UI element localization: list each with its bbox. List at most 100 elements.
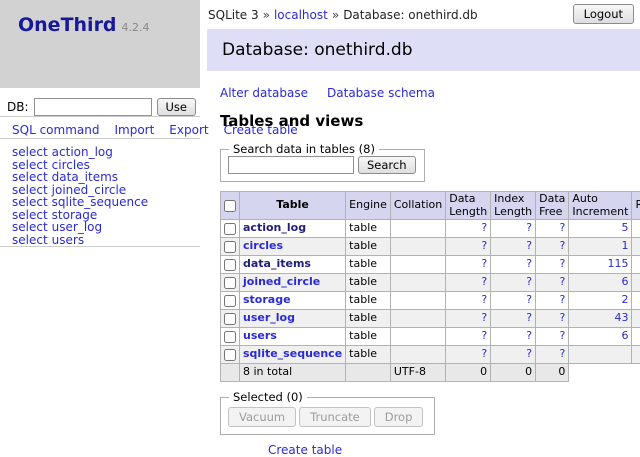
logout-button[interactable]: Logout (573, 4, 634, 24)
page-title: Database: onethird.db (207, 29, 640, 71)
index-length-cell: ? (491, 238, 536, 256)
select-all-checkbox[interactable] (224, 200, 236, 212)
auto-increment-value: 1 (621, 239, 628, 252)
app-title-link[interactable]: OneThird (18, 14, 117, 36)
index-length-cell: ? (491, 346, 536, 364)
sidebar-table-item: select users (12, 234, 200, 247)
table-name-link[interactable]: sqlite_sequence (243, 347, 342, 360)
sql-command-link[interactable]: SQL command (12, 123, 99, 137)
row-checkbox[interactable] (224, 259, 236, 271)
table-name-link[interactable]: data_items (243, 257, 311, 270)
index-length-link[interactable]: ? (526, 275, 532, 288)
auto-increment-value: 43 (614, 311, 628, 324)
table-name-link[interactable]: action_log (243, 221, 306, 234)
index-length-link[interactable]: ? (526, 329, 532, 342)
rows-count-cell: 12 (632, 256, 640, 274)
index-length-link[interactable]: ? (526, 347, 532, 360)
data-free-link[interactable]: ? (560, 257, 566, 270)
table-name-link[interactable]: user_log (243, 311, 295, 324)
data-length-cell: ? (446, 256, 491, 274)
row-checkbox[interactable] (224, 331, 236, 343)
sidebar-table-link[interactable]: action_log (52, 145, 113, 159)
data-free-link[interactable]: ? (560, 347, 566, 360)
total-count: 8 in total (240, 364, 346, 382)
row-checkbox[interactable] (224, 295, 236, 307)
data-length-link[interactable]: ? (481, 329, 487, 342)
table-name-link[interactable]: circles (243, 239, 283, 252)
create-table-link[interactable]: Create table (268, 443, 342, 457)
sidebar-table-link[interactable]: users (52, 233, 84, 247)
auto-increment-value: 6 (621, 329, 628, 342)
sidebar-table-link[interactable]: sqlite_sequence (52, 195, 148, 209)
data-length-cell: ? (446, 328, 491, 346)
sidebar-table-link[interactable]: user_log (52, 220, 102, 234)
table-name-cell: joined_circle (240, 274, 346, 292)
data-length-link[interactable]: ? (481, 221, 487, 234)
row-checkbox[interactable] (224, 241, 236, 253)
breadcrumb-separator: » (263, 8, 270, 22)
row-checkbox[interactable] (224, 349, 236, 361)
search-button[interactable]: Search (358, 156, 416, 174)
column-header-table: Table (240, 192, 346, 220)
row-checkbox[interactable] (224, 313, 236, 325)
use-button[interactable]: Use (157, 98, 196, 116)
table-name-link[interactable]: users (243, 329, 277, 342)
auto-increment-cell: 1 (569, 238, 632, 256)
data-length-link[interactable]: ? (481, 257, 487, 270)
data-free-link[interactable]: ? (560, 293, 566, 306)
engine-cell: table (346, 328, 391, 346)
db-input[interactable] (34, 98, 152, 116)
search-legend: Search data in tables (8) (229, 142, 379, 156)
data-length-link[interactable]: ? (481, 239, 487, 252)
tables-list: selectaction_logselectcirclesselectdata_… (12, 146, 200, 246)
select-link[interactable]: select (12, 233, 48, 247)
data-length-link[interactable]: ? (481, 347, 487, 360)
row-check-cell (221, 220, 240, 238)
data-free-link[interactable]: ? (560, 221, 566, 234)
sidebar-table-link[interactable]: data_items (52, 170, 118, 184)
index-length-link[interactable]: ? (526, 293, 532, 306)
row-checkbox[interactable] (224, 223, 236, 235)
content-area: Alter database Database schema Tables and… (220, 86, 640, 457)
data-free-link[interactable]: ? (560, 239, 566, 252)
data-length-link[interactable]: ? (481, 293, 487, 306)
table-name-link[interactable]: joined_circle (243, 275, 320, 288)
column-header-engine: Engine (346, 192, 391, 220)
index-length-link[interactable]: ? (526, 221, 532, 234)
database-schema-link[interactable]: Database schema (327, 86, 435, 100)
search-input[interactable] (228, 156, 354, 174)
index-length-link[interactable]: ? (526, 311, 532, 324)
table-row: sqlite_sequence table ? ? ? 7 (221, 346, 640, 364)
index-length-cell: ? (491, 310, 536, 328)
footer-data-length: 0 (446, 364, 491, 382)
column-header-index-length: Index Length (491, 192, 536, 220)
collation-cell (390, 238, 445, 256)
grid-header-row: Table Engine Collation Data Length Index… (221, 192, 640, 220)
data-length-link[interactable]: ? (481, 311, 487, 324)
db-actions: Alter database Database schema (220, 86, 640, 100)
drop-button: Drop (374, 407, 424, 427)
table-name-link[interactable]: storage (243, 293, 291, 306)
rows-count-cell: 9 (632, 310, 640, 328)
alter-database-link[interactable]: Alter database (220, 86, 308, 100)
tables-heading: Tables and views (220, 113, 640, 129)
index-length-link[interactable]: ? (526, 257, 532, 270)
footer-engine (346, 364, 391, 382)
data-length-link[interactable]: ? (481, 275, 487, 288)
footer-index-length: 0 (491, 364, 536, 382)
selected-legend: Selected (0) (229, 390, 307, 404)
footer-collation: UTF-8 (390, 364, 445, 382)
data-free-link[interactable]: ? (560, 329, 566, 342)
column-header-data-length: Data Length (446, 192, 491, 220)
engine-cell: table (346, 220, 391, 238)
import-link[interactable]: Import (114, 123, 154, 137)
column-header-collation: Collation (390, 192, 445, 220)
index-length-cell: ? (491, 292, 536, 310)
row-check-cell (221, 256, 240, 274)
data-free-link[interactable]: ? (560, 275, 566, 288)
breadcrumb-server-link[interactable]: localhost (274, 8, 328, 22)
data-free-link[interactable]: ? (560, 311, 566, 324)
row-checkbox[interactable] (224, 277, 236, 289)
topbar: SQLite 3»localhost»Database: onethird.db… (200, 0, 640, 29)
index-length-link[interactable]: ? (526, 239, 532, 252)
